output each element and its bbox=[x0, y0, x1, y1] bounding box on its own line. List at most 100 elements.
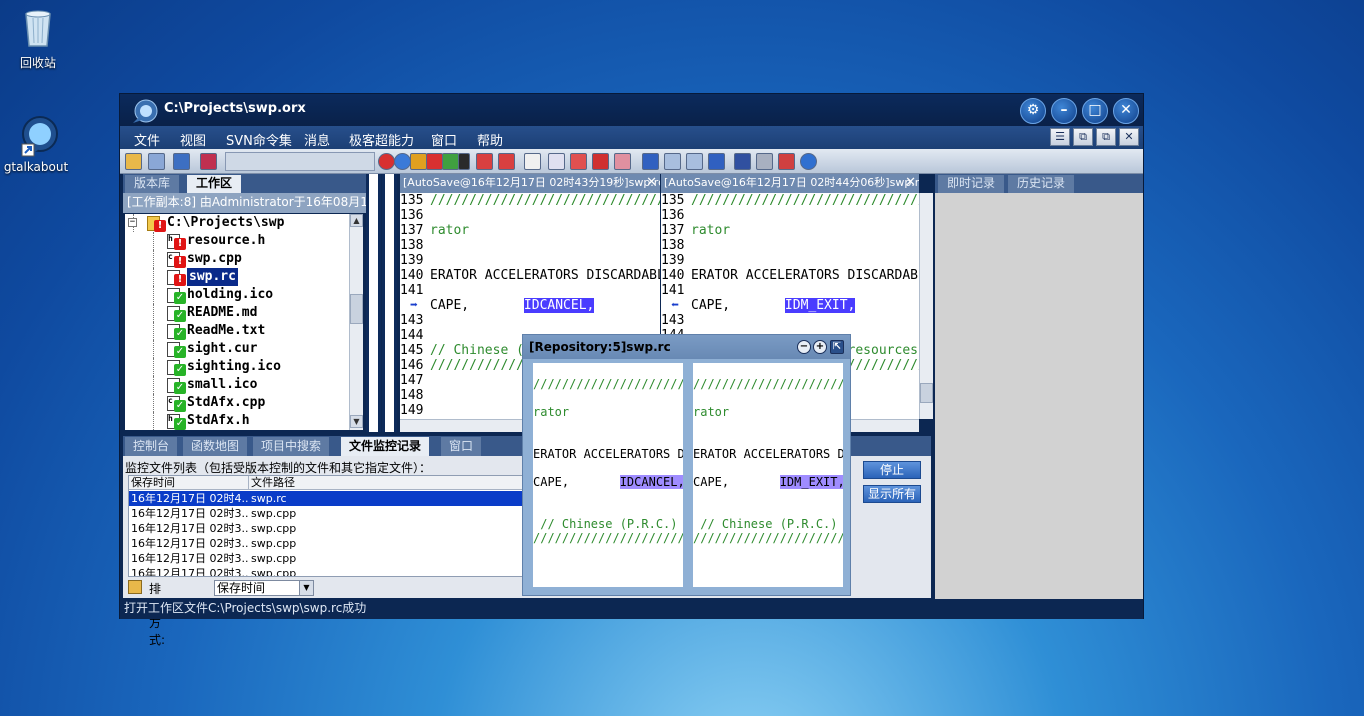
record-icon[interactable] bbox=[592, 153, 609, 170]
close-tab-icon[interactable]: ✕ bbox=[905, 174, 916, 192]
zoom-in-icon[interactable]: + bbox=[813, 340, 827, 354]
tree-connector bbox=[153, 286, 154, 304]
stop-button[interactable]: 停止 bbox=[863, 461, 921, 479]
minimize-button[interactable]: – bbox=[1051, 98, 1077, 124]
go-top-icon[interactable] bbox=[642, 153, 659, 170]
list-icon[interactable] bbox=[548, 153, 565, 170]
w-icon[interactable] bbox=[378, 153, 395, 170]
tree-item[interactable]: ✓ sighting.ico bbox=[125, 358, 353, 376]
close-tab-icon[interactable]: ✕ bbox=[646, 174, 657, 192]
find-next-icon[interactable] bbox=[498, 153, 515, 170]
code-text: rator bbox=[533, 405, 570, 419]
table-row[interactable]: 16年12月17日 02时3... swp.cpp bbox=[129, 506, 522, 521]
tree-item[interactable]: ✓ sight.cur bbox=[125, 340, 353, 358]
title-bar[interactable]: C:\Projects\swp.orx ⚙ – □ ✕ bbox=[120, 94, 1143, 126]
recycle-bin[interactable]: 回收站 bbox=[2, 6, 74, 71]
menu-view[interactable]: 视图 bbox=[180, 130, 206, 149]
tree-item[interactable]: h! resource.h bbox=[125, 232, 353, 250]
chevron-down-icon[interactable]: ▼ bbox=[299, 581, 313, 595]
gtalkabout-shortcut[interactable]: gtalkabout bbox=[0, 112, 72, 174]
tab-file-monitor[interactable]: 文件监控记录 bbox=[341, 437, 430, 456]
table-row[interactable]: 16年12月17日 02时3... swp.cpp bbox=[129, 566, 522, 576]
search-icon[interactable] bbox=[148, 153, 165, 170]
splitter-right[interactable] bbox=[382, 174, 397, 432]
table-row[interactable]: 16年12月17日 02时3... swp.cpp bbox=[129, 551, 522, 566]
table-row[interactable]: 16年12月17日 02时3... swp.cpp bbox=[129, 521, 522, 536]
down-icon[interactable] bbox=[686, 153, 703, 170]
menu-help[interactable]: 帮助 bbox=[477, 130, 503, 149]
popup-title-bar[interactable]: [Repository:5]swp.rc − + ⇱ bbox=[523, 335, 850, 359]
menu-window[interactable]: 窗口 bbox=[431, 130, 457, 149]
doc-yellow-icon[interactable] bbox=[410, 153, 427, 170]
tree-item[interactable]: −! C:\Projects\swp bbox=[125, 214, 353, 232]
tree-item[interactable]: h ✓ StdAfx.h bbox=[125, 412, 353, 430]
chevron-down-icon[interactable] bbox=[458, 153, 470, 170]
tree-item[interactable]: ✓ README.md bbox=[125, 304, 353, 322]
tree-scrollbar[interactable]: ▲ ▼ bbox=[349, 214, 363, 430]
scroll-up-icon[interactable]: ▲ bbox=[350, 214, 363, 227]
maximize-button[interactable]: □ bbox=[1082, 98, 1108, 124]
popup-left-pane[interactable]: //////////////////////////////////// rato… bbox=[533, 363, 683, 587]
print-icon[interactable] bbox=[524, 153, 541, 170]
tab-window[interactable]: 窗口 bbox=[441, 437, 482, 456]
table-row[interactable]: 16年12月17日 02时3... swp.cpp bbox=[129, 536, 522, 551]
tree-item[interactable]: ! swp.rc bbox=[125, 268, 353, 286]
tree-item[interactable]: c ✓ StdAfx.cpp bbox=[125, 394, 353, 412]
zoom-out-icon[interactable]: − bbox=[797, 340, 811, 354]
globe-icon[interactable] bbox=[394, 153, 411, 170]
table-row[interactable]: 16年12月17日 02时4... swp.rc bbox=[129, 491, 522, 506]
split-icon[interactable] bbox=[778, 153, 795, 170]
close-button[interactable]: ✕ bbox=[1113, 98, 1139, 124]
show-all-button[interactable]: 显示所有 bbox=[863, 485, 921, 503]
menu-svn[interactable]: SVN命令集 bbox=[226, 130, 292, 149]
refresh-icon[interactable] bbox=[800, 153, 817, 170]
tree-item[interactable]: ✓ small.ico bbox=[125, 376, 353, 394]
menu-file[interactable]: 文件 bbox=[134, 130, 160, 149]
toolbar-field[interactable] bbox=[225, 152, 375, 171]
menu-messages[interactable]: 消息 bbox=[304, 130, 330, 149]
go-bottom-icon[interactable] bbox=[708, 153, 725, 170]
columns-icon[interactable] bbox=[734, 153, 751, 170]
diff-right-tab[interactable]: [AutoSave@16年12月17日 02时44分06秒]swp.rc ✕ bbox=[661, 174, 919, 193]
diff-scrollbar[interactable] bbox=[919, 193, 933, 419]
settings-gear-icon[interactable]: ⚙ bbox=[1020, 98, 1046, 124]
sort-select[interactable]: 保存时间 ▼ bbox=[214, 580, 314, 596]
tab-workspace[interactable]: 工作区 bbox=[187, 175, 242, 193]
tab-function-map[interactable]: 函数地图 bbox=[183, 437, 248, 456]
tab-console[interactable]: 控制台 bbox=[125, 437, 178, 456]
tree-item[interactable]: c! swp.cpp bbox=[125, 250, 353, 268]
tab-repository[interactable]: 版本库 bbox=[125, 175, 180, 193]
layout-icon[interactable]: ☰ bbox=[1050, 128, 1070, 146]
popup-right-pane[interactable]: //////////////////////////////////// rato… bbox=[693, 363, 843, 587]
monitor-list[interactable]: 保存时间 文件路径 16年12月17日 02时4... swp.rc 16年12月1… bbox=[128, 475, 523, 577]
diff-scroll-thumb[interactable] bbox=[920, 383, 933, 403]
undo-icon[interactable] bbox=[570, 153, 587, 170]
scroll-thumb[interactable] bbox=[350, 294, 363, 324]
tab-history-log[interactable]: 历史记录 bbox=[1008, 175, 1075, 193]
splitter-left[interactable] bbox=[366, 174, 381, 432]
diff-left-tab[interactable]: [AutoSave@16年12月17日 02时43分19秒]swp.rc ✕ bbox=[400, 174, 660, 193]
open-folder-icon[interactable] bbox=[125, 153, 142, 170]
col-file-path[interactable]: 文件路径 bbox=[249, 476, 522, 490]
scroll-down-icon[interactable]: ▼ bbox=[350, 415, 363, 428]
doc-green-icon[interactable] bbox=[442, 153, 459, 170]
save-icon[interactable] bbox=[173, 153, 190, 170]
restore-right-icon[interactable]: ⧉ bbox=[1096, 128, 1116, 146]
tree-item[interactable]: ✓ holding.ico bbox=[125, 286, 353, 304]
find-red-icon[interactable] bbox=[476, 153, 493, 170]
pin-icon[interactable]: ⇱ bbox=[830, 340, 844, 354]
doc-red-icon[interactable] bbox=[426, 153, 443, 170]
up-icon[interactable] bbox=[664, 153, 681, 170]
frame-icon[interactable] bbox=[756, 153, 773, 170]
col-save-time[interactable]: 保存时间 bbox=[129, 476, 249, 490]
restore-left-icon[interactable]: ⧉ bbox=[1073, 128, 1093, 146]
repository-popup[interactable]: [Repository:5]swp.rc − + ⇱ /////////////… bbox=[522, 334, 851, 596]
filter-icon[interactable] bbox=[200, 153, 217, 170]
close-doc-icon[interactable]: ✕ bbox=[1119, 128, 1139, 146]
collapse-icon[interactable]: − bbox=[128, 218, 137, 227]
tab-instant-log[interactable]: 即时记录 bbox=[938, 175, 1005, 193]
tab-project-search[interactable]: 项目中搜索 bbox=[253, 437, 330, 456]
tree-item[interactable]: ✓ ReadMe.txt bbox=[125, 322, 353, 340]
zoom-icon[interactable] bbox=[614, 153, 631, 170]
menu-geek[interactable]: 极客超能力 bbox=[349, 130, 414, 149]
